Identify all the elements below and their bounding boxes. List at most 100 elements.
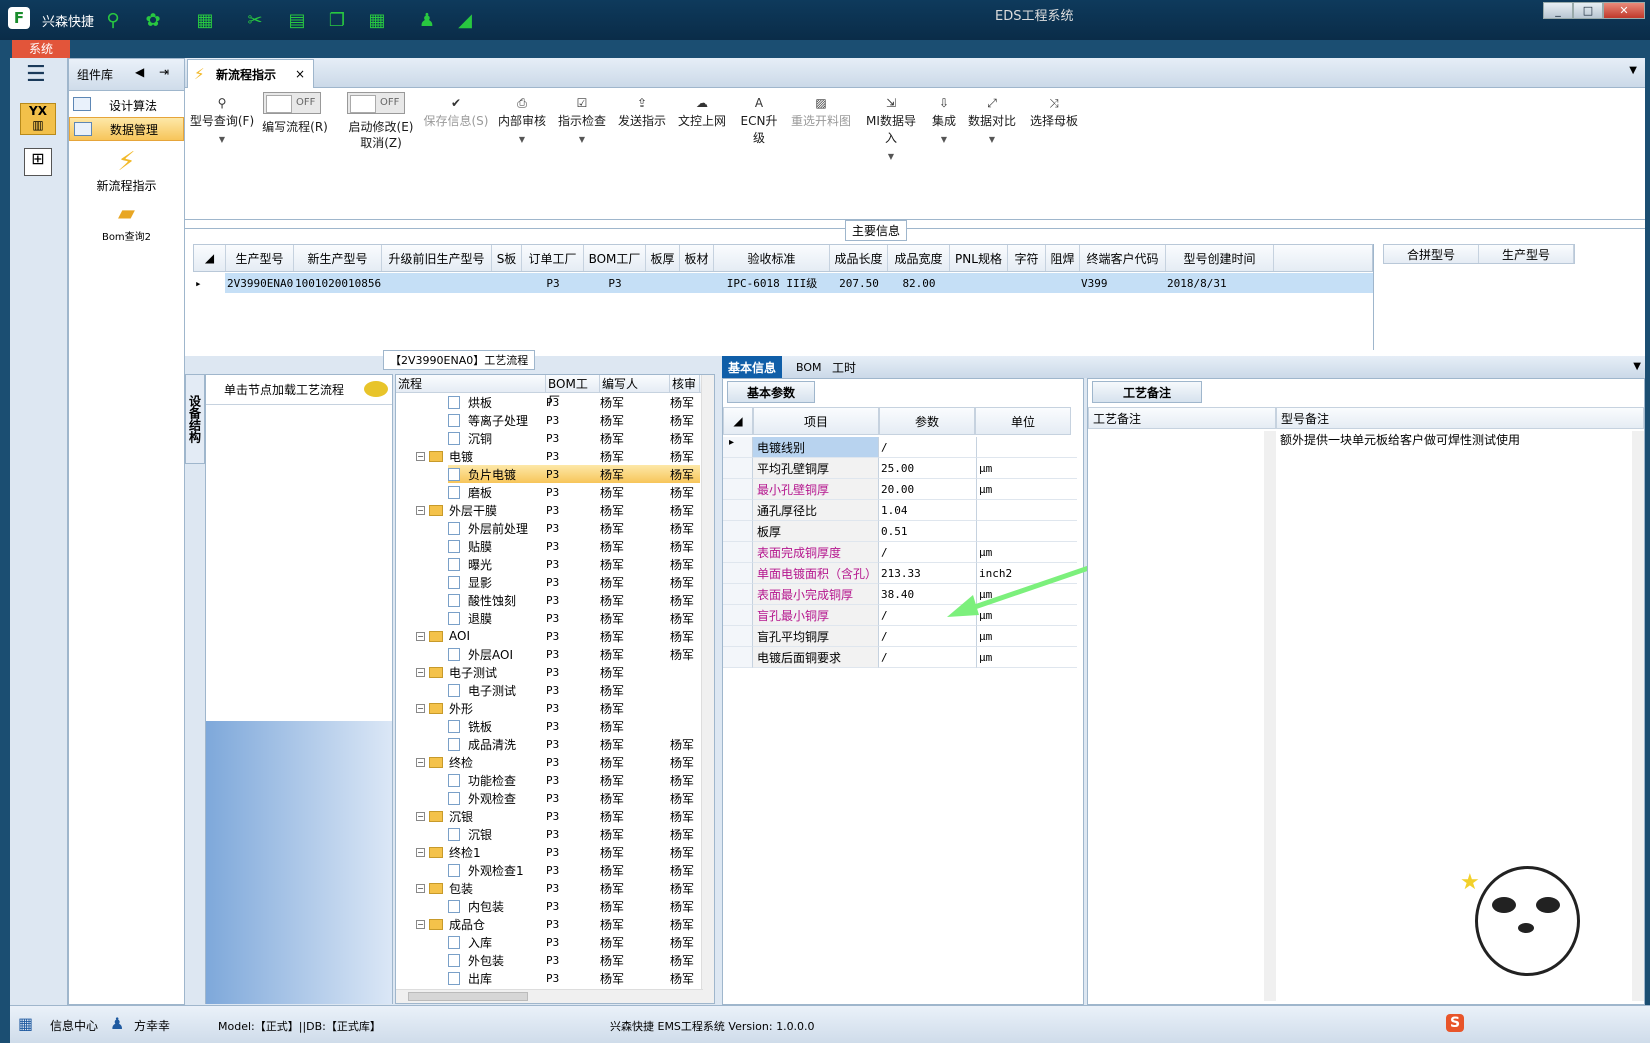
tree-node-label[interactable]: 酸性蚀刻 — [448, 591, 546, 609]
cell[interactable]: P3 — [546, 951, 600, 969]
cancel-button[interactable]: 取消(Z) — [341, 134, 421, 151]
row-selector[interactable] — [723, 584, 753, 605]
user-icon[interactable]: ♟ — [414, 7, 440, 33]
param-row[interactable]: 电镀后面铜要求 / μm — [723, 647, 1077, 668]
tree-node-label[interactable]: 电子测试 — [448, 681, 546, 699]
cell[interactable]: 杨军 — [600, 789, 670, 807]
tree-node[interactable]: 沉铜 P3 杨军 杨军 — [396, 429, 714, 447]
column-header[interactable]: 成品宽度 — [888, 245, 950, 271]
table-icon[interactable]: ▦ — [364, 7, 390, 33]
cell[interactable]: 杨军 — [670, 627, 700, 645]
cell[interactable]: 杨军 — [670, 915, 700, 933]
tree-node-label[interactable]: − 终检1 — [416, 843, 546, 861]
cell[interactable]: P3 — [546, 969, 600, 987]
param-row[interactable]: 平均孔壁铜厚 25.00 μm — [723, 458, 1077, 479]
tree-node[interactable]: − 包装 P3 杨军 杨军 — [396, 879, 714, 897]
tree-node[interactable]: 酸性蚀刻 P3 杨军 杨军 — [396, 591, 714, 609]
cell[interactable]: 杨军 — [600, 951, 670, 969]
cell[interactable]: 杨军 — [670, 519, 700, 537]
tree-node[interactable]: 负片电镀 P3 杨军 杨军 — [396, 465, 714, 483]
bom-query-launcher[interactable]: ▰ Bom查询2 — [69, 200, 184, 243]
tree-node[interactable]: 外包装 P3 杨军 杨军 — [396, 951, 714, 969]
cell[interactable]: 杨军 — [670, 483, 700, 501]
vertical-scrollbar[interactable] — [1264, 431, 1276, 1001]
cell[interactable]: P3 — [546, 789, 600, 807]
collapse-toggle-icon[interactable]: − — [416, 811, 425, 821]
cell[interactable]: 2018/8/31 — [1165, 273, 1273, 293]
tree-node-label[interactable]: 外层前处理 — [448, 519, 546, 537]
tab-basic-info[interactable]: 基本信息 — [722, 356, 783, 378]
column-header[interactable]: 编写人 — [600, 375, 670, 392]
cell[interactable]: 杨军 — [670, 501, 700, 519]
collapse-left-icon[interactable]: ◀ — [135, 65, 144, 79]
table-row[interactable]: ▸ 2V3990ENA0 10010200108561 P3 P3 IPC-60… — [193, 273, 1373, 293]
tree-node-label[interactable]: 外观检查 — [448, 789, 546, 807]
column-header[interactable]: 字符 — [1008, 245, 1046, 271]
tree-node[interactable]: 内包装 P3 杨军 杨军 — [396, 897, 714, 915]
tree-node-label[interactable]: 沉铜 — [448, 429, 546, 447]
column-header[interactable]: 阻焊 — [1046, 245, 1080, 271]
cell[interactable]: P3 — [546, 861, 600, 879]
collapse-toggle-icon[interactable]: − — [416, 505, 425, 515]
cell[interactable]: P3 — [546, 501, 600, 519]
tree-node[interactable]: − AOI P3 杨军 杨军 — [396, 627, 714, 645]
tree-node[interactable]: − 电子测试 P3 杨军 — [396, 663, 714, 681]
cell[interactable]: 杨军 — [600, 681, 670, 699]
tree-node-label[interactable]: 功能检查 — [448, 771, 546, 789]
cell[interactable]: 杨军 — [600, 411, 670, 429]
column-header[interactable]: 订单工厂 — [522, 245, 584, 271]
minimize-button[interactable]: _ — [1543, 2, 1573, 19]
model-note-text[interactable]: 额外提供一块单元板给客户做可焊性测试使用 — [1280, 431, 1630, 448]
cell[interactable]: P3 — [546, 429, 600, 447]
tree-node[interactable]: 等离子处理 P3 杨军 杨军 — [396, 411, 714, 429]
column-header[interactable]: 板厚 — [646, 245, 680, 271]
cell[interactable]: P3 — [546, 843, 600, 861]
cell[interactable] — [670, 717, 700, 735]
tree-node-label[interactable]: 曝光 — [448, 555, 546, 573]
param-value[interactable]: 20.00 — [879, 479, 977, 500]
tree-node-label[interactable]: 内包装 — [448, 897, 546, 915]
param-value[interactable]: / — [879, 647, 977, 668]
row-pointer-icon[interactable]: ▸ — [723, 437, 753, 458]
column-header[interactable]: 参数 — [879, 407, 975, 435]
tree-node[interactable]: 显影 P3 杨军 杨军 — [396, 573, 714, 591]
tree-node-label[interactable]: 烘板 — [448, 393, 546, 411]
scissors-icon[interactable]: ✂ — [242, 7, 268, 33]
save-info-button[interactable]: ✔ 保存信息(S) — [421, 96, 491, 129]
tree-node-label[interactable]: 退膜 — [448, 609, 546, 627]
cell[interactable]: 杨军 — [670, 771, 700, 789]
column-header[interactable]: 合拼型号 — [1384, 245, 1479, 263]
tree-node[interactable]: 外观检查 P3 杨军 杨军 — [396, 789, 714, 807]
mi-import-button[interactable]: ⇲ MI数据导入 ▼ — [861, 96, 921, 161]
cell[interactable]: 杨军 — [600, 501, 670, 519]
system-menu[interactable]: 系统 — [12, 40, 70, 58]
maximize-button[interactable]: □ — [1573, 2, 1603, 19]
column-header[interactable]: BOM工厂 — [584, 245, 646, 271]
cell[interactable]: P3 — [546, 825, 600, 843]
cell[interactable]: P3 — [546, 609, 600, 627]
column-header[interactable]: 生产型号 — [226, 245, 294, 271]
tree-node[interactable]: − 终检 P3 杨军 杨军 — [396, 753, 714, 771]
column-header[interactable]: 新生产型号 — [294, 245, 382, 271]
cell[interactable]: 杨军 — [600, 591, 670, 609]
reselect-cut-button[interactable]: ▨ 重选开料图 — [789, 96, 853, 129]
cell[interactable]: 杨军 — [600, 807, 670, 825]
collapse-toggle-icon[interactable]: − — [416, 667, 425, 677]
cell[interactable]: P3 — [546, 663, 600, 681]
cell[interactable]: 207.50 — [829, 273, 887, 293]
cell[interactable]: P3 — [521, 273, 583, 293]
cell[interactable]: 82.00 — [887, 273, 949, 293]
row-selector[interactable] — [723, 479, 753, 500]
cell[interactable]: P3 — [546, 591, 600, 609]
tree-node[interactable]: 铣板 P3 杨军 — [396, 717, 714, 735]
column-header[interactable]: 升级前旧生产型号 — [382, 245, 492, 271]
column-header[interactable]: 板材 — [680, 245, 714, 271]
cell[interactable]: IPC-6018 III级 — [713, 273, 829, 293]
collapse-toggle-icon[interactable]: − — [416, 631, 425, 641]
cell[interactable] — [949, 273, 1007, 293]
row-selector[interactable] — [723, 542, 753, 563]
cell[interactable]: 杨军 — [670, 429, 700, 447]
factory-icon[interactable]: YX ▥ — [20, 103, 56, 135]
cell[interactable]: 杨军 — [670, 825, 700, 843]
tree-node-label[interactable]: 沉银 — [448, 825, 546, 843]
